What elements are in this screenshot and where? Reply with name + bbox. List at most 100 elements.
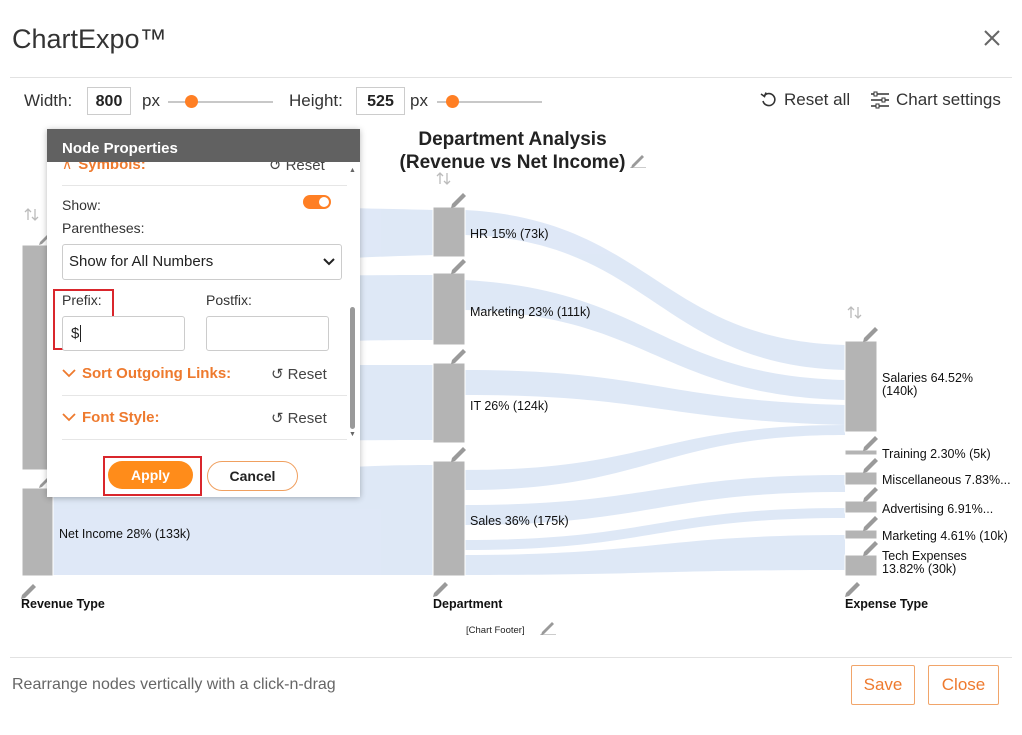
chevron-down-icon bbox=[323, 258, 335, 266]
scroll-down-icon[interactable]: ▼ bbox=[349, 431, 356, 438]
header-divider bbox=[10, 77, 1012, 78]
node-net-income[interactable] bbox=[21, 487, 54, 577]
close-button[interactable]: Close bbox=[928, 665, 999, 705]
edit-pencil-icon[interactable] bbox=[863, 516, 878, 531]
save-button[interactable]: Save bbox=[851, 665, 915, 705]
edit-pencil-icon[interactable] bbox=[863, 327, 878, 342]
chevron-up-icon: ∧ bbox=[62, 162, 73, 172]
node-hr[interactable] bbox=[432, 206, 466, 258]
node-properties-dialog: Node Properties ∧ Symbols: ↺ Reset Show:… bbox=[47, 129, 360, 497]
symbols-reset[interactable]: ↺ Reset bbox=[269, 162, 325, 174]
node-label-salaries: Salaries 64.52% (140k) bbox=[882, 372, 973, 398]
width-label: Width: bbox=[24, 91, 73, 110]
chart-footer: [Chart Footer] bbox=[466, 625, 525, 636]
sort-links-reset[interactable]: ↺ Reset bbox=[271, 365, 327, 384]
axis-label-revenue-type: Revenue Type bbox=[21, 597, 105, 611]
show-toggle[interactable] bbox=[303, 195, 331, 209]
sort-links-row[interactable]: Sort Outgoing Links: bbox=[62, 365, 231, 382]
divider bbox=[62, 185, 347, 186]
edit-title-pencil-icon[interactable] bbox=[630, 152, 646, 168]
node-label-tech-line2: 13.82% (30k) bbox=[882, 562, 957, 576]
reset-icon: ↺ bbox=[271, 366, 284, 383]
scroll-up-icon[interactable]: ▲ bbox=[349, 167, 356, 174]
node-training[interactable] bbox=[844, 449, 878, 456]
font-style-reset[interactable]: ↺ Reset bbox=[271, 409, 327, 428]
edit-pencil-icon[interactable] bbox=[433, 582, 448, 597]
width-unit: px bbox=[142, 91, 160, 110]
symbols-section-title: Symbols: bbox=[78, 162, 146, 173]
dialog-scrollbar[interactable]: ▲ ▼ bbox=[348, 167, 356, 439]
height-input[interactable]: 525 bbox=[356, 87, 405, 115]
sort-arrows-icon[interactable] bbox=[436, 172, 451, 185]
node-miscellaneous[interactable] bbox=[844, 471, 878, 486]
node-label-expense-marketing: Marketing 4.61% (10k) bbox=[882, 529, 1008, 543]
font-style-title: Font Style: bbox=[82, 409, 160, 426]
height-slider-thumb[interactable] bbox=[446, 95, 459, 108]
edit-pencil-icon[interactable] bbox=[451, 447, 466, 462]
edit-pencil-icon[interactable] bbox=[451, 193, 466, 208]
node-label-advertising: Advertising 6.91%... bbox=[882, 502, 994, 516]
sort-arrows-icon[interactable] bbox=[847, 306, 862, 319]
node-marketing[interactable] bbox=[432, 272, 466, 346]
reset-all-button[interactable]: Reset all bbox=[760, 90, 850, 110]
edit-pencil-icon[interactable] bbox=[863, 487, 878, 502]
node-label-net-income: Net Income 28% (133k) bbox=[59, 527, 191, 541]
reset-icon: ↺ bbox=[269, 162, 282, 174]
width-input[interactable]: 800 bbox=[87, 87, 131, 115]
width-slider-thumb[interactable] bbox=[185, 95, 198, 108]
chevron-down-icon bbox=[62, 413, 76, 422]
node-it[interactable] bbox=[432, 362, 466, 444]
prefix-input[interactable]: $ bbox=[62, 316, 185, 351]
status-hint: Rearrange nodes vertically with a click-… bbox=[12, 676, 336, 693]
scrollbar-thumb[interactable] bbox=[350, 307, 355, 429]
edit-footer-pencil-icon[interactable] bbox=[540, 619, 556, 635]
reset-all-label: Reset all bbox=[784, 90, 851, 109]
show-label: Show: bbox=[62, 197, 101, 213]
text-cursor bbox=[80, 325, 82, 342]
sort-reset-label: Reset bbox=[287, 365, 327, 383]
node-label-hr: HR 15% (73k) bbox=[470, 227, 549, 241]
font-reset-label: Reset bbox=[287, 409, 327, 427]
node-tech-expenses[interactable] bbox=[844, 554, 878, 577]
dialog-title: Node Properties bbox=[47, 129, 360, 162]
chart-title-line1: Department Analysis bbox=[418, 129, 607, 150]
node-label-sales: Sales 36% (175k) bbox=[470, 514, 569, 528]
edit-pencil-icon[interactable] bbox=[863, 436, 878, 451]
node-advertising[interactable] bbox=[844, 500, 878, 514]
height-unit: px bbox=[410, 91, 428, 110]
divider bbox=[62, 395, 347, 396]
cancel-button[interactable]: Cancel bbox=[207, 461, 298, 491]
parentheses-label: Parentheses: bbox=[62, 220, 145, 236]
chart-settings-button[interactable]: Chart settings bbox=[870, 90, 1001, 110]
symbols-row[interactable]: ∧ Symbols: ↺ Reset bbox=[62, 162, 347, 178]
width-slider[interactable] bbox=[168, 101, 273, 103]
node-label-it: IT 26% (124k) bbox=[470, 399, 549, 413]
node-salaries[interactable] bbox=[844, 340, 878, 433]
sliders-icon bbox=[871, 91, 889, 109]
node-label-marketing: Marketing 23% (111k) bbox=[470, 305, 591, 319]
node-expense-marketing[interactable] bbox=[844, 529, 878, 540]
edit-pencil-icon[interactable] bbox=[451, 259, 466, 274]
postfix-input[interactable] bbox=[206, 316, 329, 351]
apply-button[interactable]: Apply bbox=[108, 461, 193, 489]
parentheses-select[interactable]: Show for All Numbers bbox=[62, 244, 342, 280]
height-label: Height: bbox=[289, 91, 343, 110]
chart-title-line2: (Revenue vs Net Income) bbox=[399, 152, 626, 173]
edit-pencil-icon[interactable] bbox=[863, 541, 878, 556]
footer-divider bbox=[10, 657, 1012, 658]
prefix-label: Prefix: bbox=[62, 292, 102, 308]
symbols-reset-label: Reset bbox=[285, 162, 325, 174]
divider bbox=[62, 439, 347, 440]
node-sales[interactable] bbox=[432, 460, 466, 577]
edit-pencil-icon[interactable] bbox=[845, 582, 860, 597]
font-style-row[interactable]: Font Style: bbox=[62, 409, 160, 426]
edit-pencil-icon[interactable] bbox=[863, 458, 878, 473]
sort-links-title: Sort Outgoing Links: bbox=[82, 365, 232, 382]
edit-pencil-icon[interactable] bbox=[451, 349, 466, 364]
node-label-tech-expenses: Tech Expenses 13.82% (30k) bbox=[882, 550, 967, 576]
close-icon[interactable] bbox=[981, 27, 1003, 49]
sort-arrows-icon[interactable] bbox=[24, 208, 39, 221]
parentheses-value: Show for All Numbers bbox=[69, 253, 214, 270]
axis-label-expense-type: Expense Type bbox=[845, 597, 929, 611]
postfix-label: Postfix: bbox=[206, 292, 252, 308]
